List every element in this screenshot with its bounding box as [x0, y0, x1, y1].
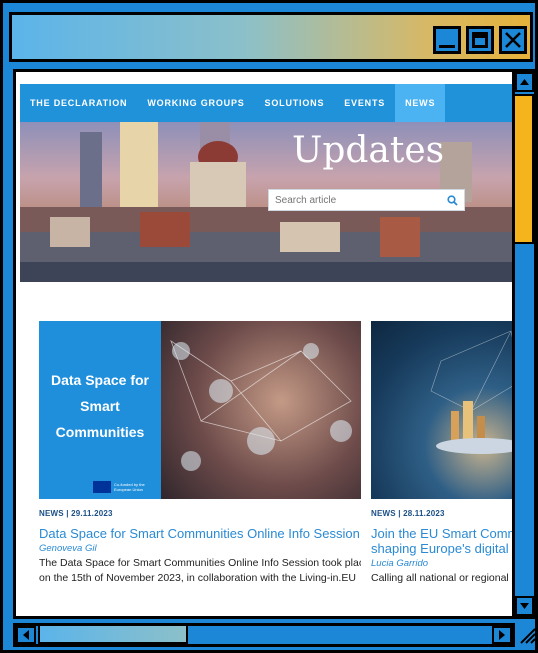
eu-flag-icon	[93, 481, 111, 493]
network-overlay-image	[170, 339, 352, 471]
nav-item-solutions[interactable]: SOLUTIONS	[265, 84, 325, 122]
horizontal-scroll-thumb[interactable]	[38, 626, 188, 644]
thumbnail-photo	[161, 321, 361, 499]
vertical-scrollbar[interactable]	[515, 69, 537, 619]
article-author[interactable]: Lucia Garrido	[371, 558, 512, 569]
nav-item-news[interactable]: NEWS	[395, 84, 446, 122]
browser-window: THE DECLARATION WORKING GROUPS SOLUTIONS…	[0, 0, 538, 653]
search-box[interactable]	[268, 189, 465, 211]
article-thumbnail[interactable]: Data Space for Smart Communities Co-fund…	[39, 321, 361, 499]
news-card[interactable]: Data Space for Smart Communities Co-fund…	[39, 321, 361, 586]
arrow-down-icon	[520, 603, 529, 609]
excerpt-line: The Data Space for Smart Communities Onl…	[39, 557, 361, 569]
title-line: shaping Europe's digital fu	[371, 541, 515, 556]
scroll-down-button[interactable]	[515, 596, 534, 616]
close-icon[interactable]	[499, 26, 527, 54]
nav-item-working-groups[interactable]: WORKING GROUPS	[147, 84, 244, 122]
article-title-link[interactable]: Join the EU Smart Commu shaping Europe's…	[371, 526, 515, 556]
article-title-link[interactable]: Data Space for Smart Communities Online …	[39, 526, 361, 541]
hero-banner: Updates	[20, 122, 512, 282]
title-bar[interactable]	[9, 12, 533, 62]
article-author[interactable]: Genoveva Gil	[39, 543, 361, 554]
scroll-left-button[interactable]	[16, 626, 36, 644]
page-viewport: THE DECLARATION WORKING GROUPS SOLUTIONS…	[13, 69, 515, 619]
news-card[interactable]: NEWS | 28.11.2023 Join the EU Smart Comm…	[371, 321, 515, 601]
smart-city-image	[430, 330, 512, 454]
scroll-up-button[interactable]	[515, 72, 534, 92]
article-excerpt: Calling all national or regional a	[371, 572, 515, 584]
arrow-up-icon	[520, 79, 529, 85]
article-excerpt: The Data Space for Smart Communities Onl…	[39, 556, 361, 586]
article-thumbnail[interactable]	[371, 321, 512, 499]
vertical-scroll-thumb[interactable]	[515, 94, 534, 244]
excerpt-line: on the 15th of November 2023, in collabo…	[39, 572, 356, 584]
article-meta: NEWS | 28.11.2023	[371, 509, 445, 518]
arrow-left-icon	[23, 630, 29, 640]
maximize-icon[interactable]	[466, 26, 494, 54]
main-nav: THE DECLARATION WORKING GROUPS SOLUTIONS…	[20, 84, 512, 122]
eu-badge: Co-funded by the European Union	[93, 481, 154, 493]
page-title: Updates	[292, 130, 445, 171]
resize-grip-icon[interactable]	[517, 625, 537, 645]
nav-item-declaration[interactable]: THE DECLARATION	[30, 84, 127, 122]
search-input[interactable]	[269, 190, 439, 211]
title-line: Join the EU Smart Commu	[371, 526, 515, 541]
eu-badge-text: Co-funded by the European Union	[114, 482, 145, 492]
scroll-right-button[interactable]	[492, 626, 512, 644]
horizontal-scrollbar[interactable]	[13, 623, 515, 647]
article-meta: NEWS | 29.11.2023	[39, 509, 113, 518]
thumbnail-title: Data Space for Smart Communities	[50, 372, 150, 440]
thumbnail-panel: Data Space for Smart Communities Co-fund…	[39, 321, 161, 499]
search-icon[interactable]	[447, 195, 458, 206]
nav-item-events[interactable]: EVENTS	[344, 84, 385, 122]
arrow-right-icon	[499, 630, 505, 640]
minimize-icon[interactable]	[433, 26, 461, 54]
